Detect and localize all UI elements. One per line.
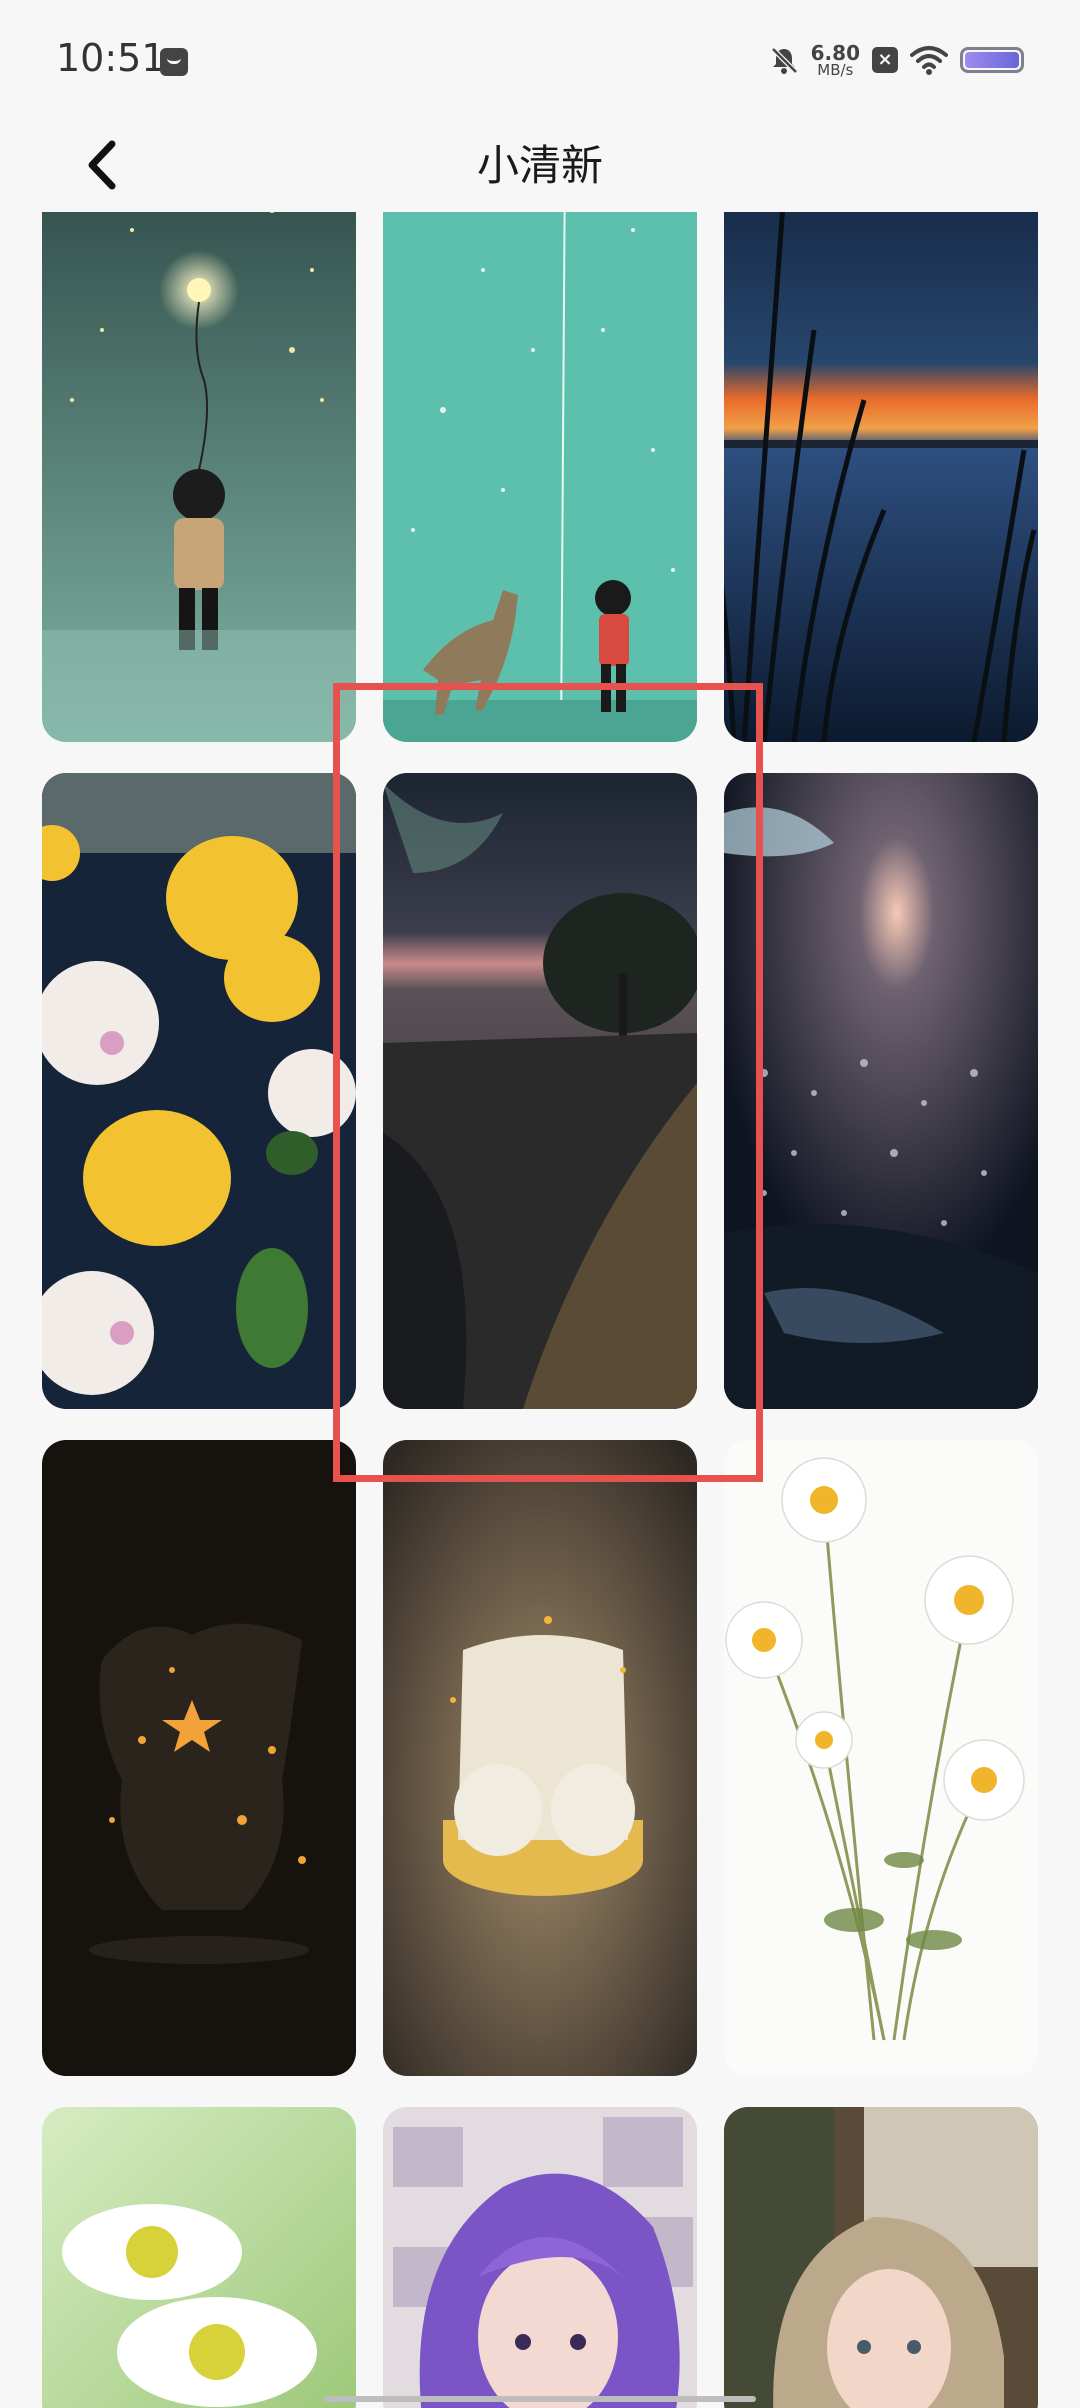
wallpaper-grid xyxy=(0,0,1080,2408)
wallpaper-marshmallow-lamp[interactable] xyxy=(383,1440,697,2076)
wallpaper-purple-hair-girl[interactable] xyxy=(383,2107,697,2408)
wallpaper-dog-child-stars[interactable] xyxy=(383,150,697,742)
page-title: 小清新 xyxy=(476,141,603,190)
wallpaper-lemons-peonies-water[interactable] xyxy=(42,773,356,1409)
wallpaper-star-creature[interactable] xyxy=(42,1440,356,2076)
wallpaper-daisies[interactable] xyxy=(724,1440,1038,2076)
top-app-bar: 小清新 xyxy=(0,120,1080,212)
wallpaper-blonde-girl-window[interactable] xyxy=(724,2107,1038,2408)
wallpaper-dark-field-tree[interactable] xyxy=(383,773,697,1409)
home-indicator xyxy=(324,2396,756,2402)
wallpaper-boy-balloon-stars[interactable] xyxy=(42,150,356,742)
wallpaper-night-flowers-river[interactable] xyxy=(724,773,1038,1409)
wallpaper-moon-lake-reeds[interactable] xyxy=(724,150,1038,742)
wallpaper-daisy-closeup[interactable] xyxy=(42,2107,356,2408)
